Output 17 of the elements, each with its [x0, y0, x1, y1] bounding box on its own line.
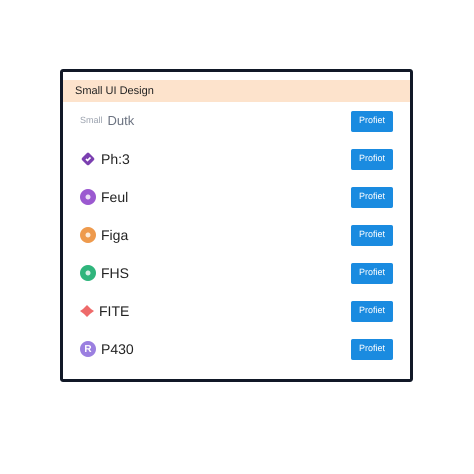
row-prefix: Small	[80, 114, 103, 128]
profile-button[interactable]: Profiot	[351, 148, 393, 170]
profile-button[interactable]: Profiet	[351, 224, 393, 246]
row-label: Dutk	[108, 112, 134, 130]
profile-button[interactable]: Profiet	[351, 262, 393, 284]
profile-button[interactable]: Profiet	[351, 338, 393, 360]
row-label: Figa	[101, 226, 128, 245]
profile-button[interactable]: Profiet	[351, 110, 393, 132]
card-title: Small UI Design	[75, 84, 154, 99]
row-label: Ph:3	[101, 150, 130, 168]
profile-button[interactable]: Profiet	[351, 300, 393, 322]
row-label: P430	[101, 340, 134, 358]
row-label: FHS	[101, 264, 129, 282]
profile-button[interactable]: Profiet	[351, 186, 393, 208]
row-label: Feul	[101, 188, 128, 206]
letter-icon: R	[80, 341, 96, 357]
row-label: FITE	[99, 302, 130, 320]
